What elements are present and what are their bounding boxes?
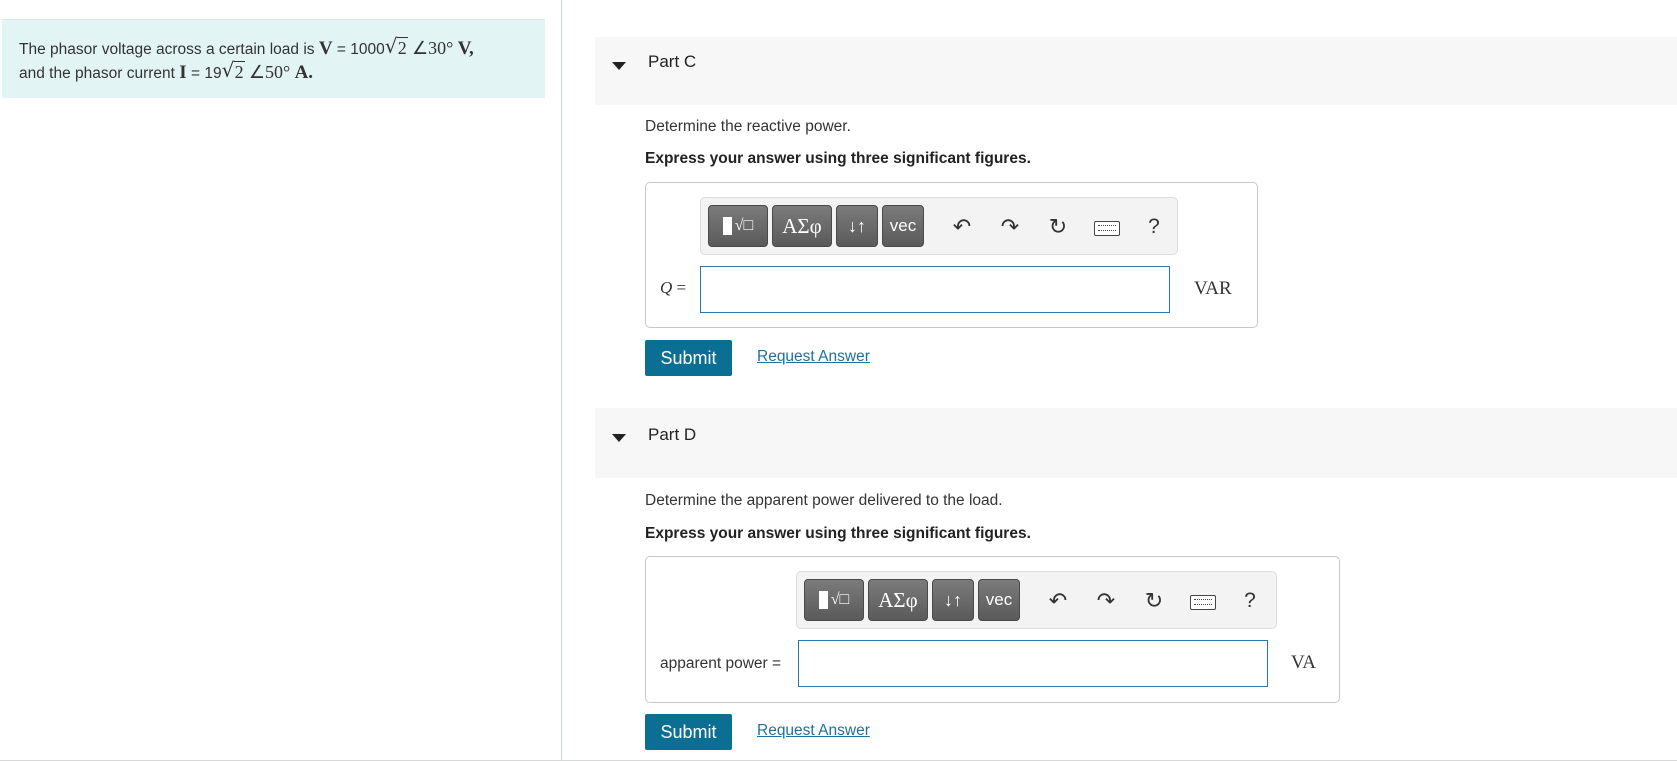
keyboard-icon[interactable] bbox=[1094, 221, 1120, 236]
undo-icon[interactable]: ↶ bbox=[1045, 588, 1071, 614]
part-c-math-toolbar: √□ ΑΣφ ↓↑ vec ↶ ↷ ↻ ? bbox=[700, 197, 1178, 255]
redo-icon[interactable]: ↷ bbox=[997, 214, 1023, 240]
arrows-button[interactable]: ↓↑ bbox=[932, 579, 974, 621]
collapse-caret-icon[interactable] bbox=[612, 434, 626, 442]
problem-statement: The phasor voltage across a certain load… bbox=[2, 19, 545, 98]
q-variable-label: Q = bbox=[660, 278, 686, 298]
templates-button[interactable]: √□ bbox=[708, 205, 768, 247]
voltage-symbol: V bbox=[318, 38, 333, 59]
greek-symbols-button[interactable]: ΑΣφ bbox=[868, 579, 928, 621]
part-d-math-toolbar: √□ ΑΣφ ↓↑ vec ↶ ↷ ↻ ? bbox=[796, 571, 1277, 629]
current-unit: A. bbox=[294, 62, 314, 83]
part-c-request-answer-link[interactable]: Request Answer bbox=[757, 348, 870, 366]
arrows-button[interactable]: ↓↑ bbox=[836, 205, 878, 247]
apparent-power-unit-label: VA bbox=[1291, 652, 1316, 673]
greek-symbols-button[interactable]: ΑΣφ bbox=[772, 205, 832, 247]
current-symbol: I bbox=[179, 62, 187, 83]
templates-button[interactable]: √□ bbox=[804, 579, 864, 621]
apparent-power-label: apparent power = bbox=[660, 655, 782, 672]
sqrt-symbol: 2 bbox=[222, 59, 245, 85]
sqrt-symbol: 2 bbox=[385, 35, 408, 61]
vector-button[interactable]: vec bbox=[882, 205, 924, 247]
part-c-title: Part C bbox=[648, 52, 697, 71]
current-angle: ∠50° bbox=[248, 62, 291, 82]
reset-icon[interactable]: ↻ bbox=[1141, 588, 1167, 614]
current-radicand: 2 bbox=[233, 61, 245, 82]
radical-template-icon: √□ bbox=[830, 591, 850, 608]
template-block-icon bbox=[722, 217, 732, 235]
problem-text-1: The phasor voltage across a certain load… bbox=[19, 41, 319, 58]
voltage-unit: V, bbox=[457, 38, 474, 59]
help-icon[interactable]: ? bbox=[1237, 588, 1263, 614]
voltage-magnitude: = 1000 bbox=[332, 41, 385, 58]
voltage-radicand: 2 bbox=[396, 37, 408, 58]
part-c-answer-box: √□ ΑΣφ ↓↑ vec ↶ ↷ ↻ ? Q = VAR bbox=[645, 182, 1258, 328]
reset-icon[interactable]: ↻ bbox=[1045, 214, 1071, 240]
q-symbol: Q bbox=[660, 278, 673, 297]
part-d-header[interactable]: Part D bbox=[595, 408, 1677, 478]
part-d-instruction: Express your answer using three signific… bbox=[645, 525, 1031, 542]
part-d-title: Part D bbox=[648, 425, 697, 444]
current-magnitude: = 19 bbox=[186, 65, 222, 82]
voltage-angle: ∠30° bbox=[412, 38, 454, 58]
part-d-answer-box: √□ ΑΣφ ↓↑ vec ↶ ↷ ↻ ? apparent power = V… bbox=[645, 556, 1340, 703]
problem-line-2: and the phasor current I = 19 2 ∠50° A. bbox=[19, 59, 545, 85]
part-c-header[interactable]: Part C bbox=[595, 37, 1677, 105]
part-c-prompt: Determine the reactive power. bbox=[645, 118, 851, 135]
part-c-instruction: Express your answer using three signific… bbox=[645, 150, 1031, 167]
column-divider bbox=[561, 0, 562, 761]
template-block-icon bbox=[818, 591, 828, 609]
collapse-caret-icon[interactable] bbox=[612, 62, 626, 70]
equals-sign: = bbox=[672, 278, 687, 297]
q-unit-label: VAR bbox=[1194, 278, 1232, 299]
part-d-request-answer-link[interactable]: Request Answer bbox=[757, 722, 870, 740]
q-answer-input[interactable] bbox=[700, 266, 1170, 313]
undo-icon[interactable]: ↶ bbox=[949, 214, 975, 240]
vector-button[interactable]: vec bbox=[978, 579, 1020, 621]
help-icon[interactable]: ? bbox=[1141, 214, 1167, 240]
radical-template-icon: √□ bbox=[734, 217, 754, 234]
part-d-submit-button[interactable]: Submit bbox=[645, 714, 732, 750]
keyboard-icon[interactable] bbox=[1190, 595, 1216, 610]
problem-text-2: and the phasor current bbox=[19, 65, 180, 82]
problem-line-1: The phasor voltage across a certain load… bbox=[19, 35, 545, 61]
apparent-power-answer-input[interactable] bbox=[798, 640, 1268, 687]
part-c-submit-button[interactable]: Submit bbox=[645, 340, 732, 376]
part-d-prompt: Determine the apparent power delivered t… bbox=[645, 492, 1003, 509]
redo-icon[interactable]: ↷ bbox=[1093, 588, 1119, 614]
